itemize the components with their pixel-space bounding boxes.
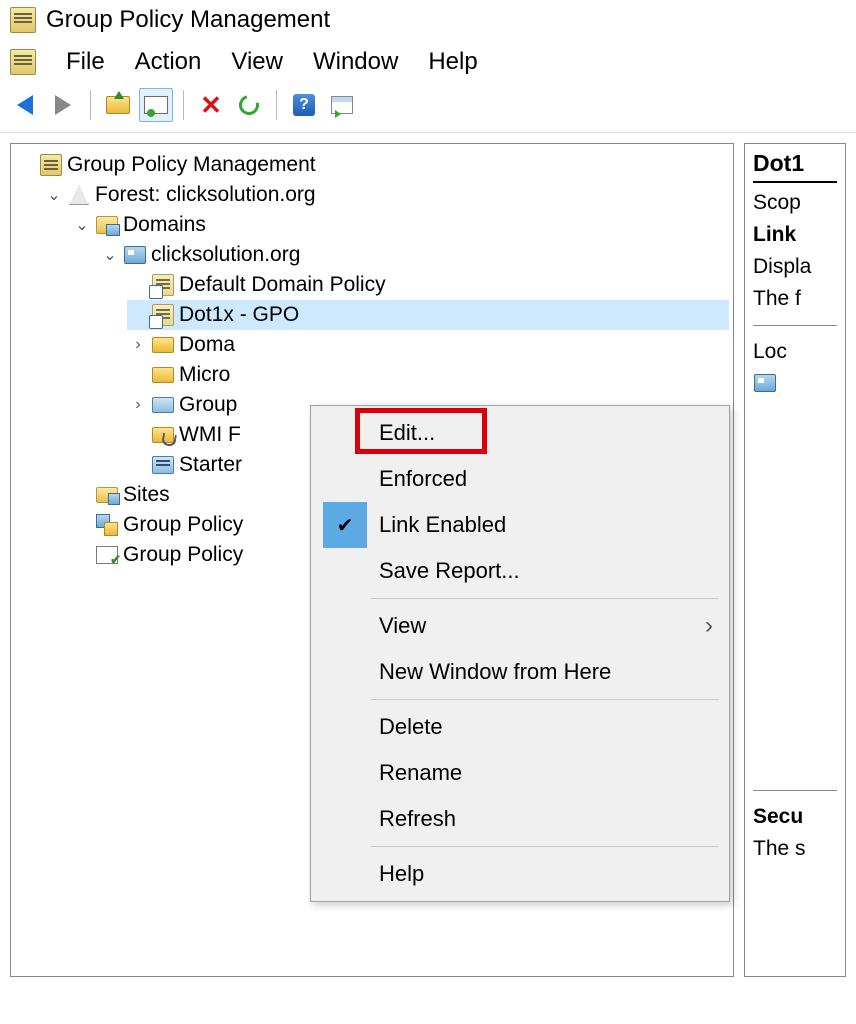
tree-domains-label: Domains: [123, 213, 206, 237]
ou-icon: [152, 337, 174, 353]
menu-view[interactable]: View: [231, 48, 283, 76]
separator: [371, 846, 719, 847]
ctx-new-window[interactable]: New Window from Here: [311, 649, 729, 695]
tree-forest-label: Forest: clicksolution.org: [95, 183, 316, 207]
app-icon-small: [10, 49, 36, 75]
sites-icon: [96, 487, 118, 503]
location-row[interactable]: [753, 372, 837, 398]
tree-microsoft[interactable]: Micro: [127, 360, 729, 390]
ou-icon: [152, 367, 174, 383]
caret-down-icon: ⌄: [45, 185, 63, 205]
title-bar: Group Policy Management: [0, 0, 856, 40]
scope-tab[interactable]: Scop: [753, 191, 837, 215]
tree-domain[interactable]: ⌄ clicksolution.org: [99, 240, 729, 270]
app-icon: [10, 7, 36, 33]
context-menu: Edit... Enforced ✔ Link Enabled Save Rep…: [310, 405, 730, 902]
ctx-link-enabled[interactable]: ✔ Link Enabled: [311, 502, 729, 548]
gpo-folder-icon: [152, 397, 174, 413]
tree-forest[interactable]: ⌄ Forest: clicksolution.org: [43, 180, 729, 210]
separator: [371, 699, 719, 700]
separator: [753, 325, 837, 326]
show-pane-button[interactable]: [325, 88, 359, 122]
refresh-button[interactable]: [232, 88, 266, 122]
tree-modeling-label: Group Policy: [123, 513, 243, 537]
properties-button[interactable]: [139, 88, 173, 122]
location-header: Loc: [753, 340, 837, 364]
toolbar: ✕ ?: [0, 84, 856, 133]
details-panel: Dot1 Scop Link Displa The f Loc Secu The…: [744, 143, 846, 977]
details-title: Dot1: [753, 150, 837, 183]
results-icon: [96, 546, 118, 564]
tree-default-policy[interactable]: Default Domain Policy: [127, 270, 729, 300]
security-text: The s: [753, 837, 837, 861]
ctx-delete[interactable]: Delete: [311, 704, 729, 750]
ctx-help[interactable]: Help: [311, 851, 729, 897]
tree-results-label: Group Policy: [123, 543, 243, 567]
caret-down-icon: ⌄: [73, 215, 91, 235]
delete-button[interactable]: ✕: [194, 88, 228, 122]
help-icon: ?: [293, 94, 315, 116]
forward-button[interactable]: [46, 88, 80, 122]
gpo-link-icon: [152, 304, 174, 326]
gpo-link-icon: [152, 274, 174, 296]
forest-icon: [69, 185, 89, 205]
domains-icon: [96, 216, 118, 234]
tree-domains[interactable]: ⌄ Domains: [71, 210, 729, 240]
window-title: Group Policy Management: [46, 6, 330, 34]
tree-root[interactable]: Group Policy Management: [15, 150, 729, 180]
up-button[interactable]: [101, 88, 135, 122]
separator: [371, 598, 719, 599]
pane-icon: [331, 96, 353, 114]
caret-right-icon: ›: [129, 396, 147, 414]
arrow-right-icon: [55, 95, 71, 115]
ctx-refresh[interactable]: Refresh: [311, 796, 729, 842]
menu-file[interactable]: File: [66, 48, 105, 76]
back-button[interactable]: [8, 88, 42, 122]
tree-dc-label: Doma: [179, 333, 235, 357]
refresh-icon: [235, 91, 262, 118]
wmi-icon: [152, 427, 174, 443]
ctx-view[interactable]: View: [311, 603, 729, 649]
tree-sites-label: Sites: [123, 483, 170, 507]
tree-domain-controllers[interactable]: › Doma: [127, 330, 729, 360]
ctx-enforced[interactable]: Enforced: [311, 456, 729, 502]
ctx-edit[interactable]: Edit...: [311, 410, 729, 456]
tree-domain-label: clicksolution.org: [151, 243, 300, 267]
domain-icon: [754, 374, 776, 392]
menu-bar: File Action View Window Help: [0, 40, 856, 84]
caret-down-icon: ⌄: [101, 245, 119, 265]
security-heading: Secu: [753, 805, 837, 829]
gpm-icon: [40, 154, 62, 176]
tree-default-policy-label: Default Domain Policy: [179, 273, 386, 297]
ctx-save-report[interactable]: Save Report...: [311, 548, 729, 594]
delete-icon: ✕: [200, 92, 222, 118]
domain-icon: [124, 246, 146, 264]
properties-icon: [144, 96, 168, 114]
links-heading: Link: [753, 223, 837, 247]
help-button[interactable]: ?: [287, 88, 321, 122]
folder-up-icon: [106, 96, 130, 114]
starter-gpo-icon: [152, 456, 174, 474]
arrow-left-icon: [17, 95, 33, 115]
tree-starter-label: Starter: [179, 453, 242, 477]
tree-ms-label: Micro: [179, 363, 230, 387]
ctx-rename[interactable]: Rename: [311, 750, 729, 796]
tree-wmi-label: WMI F: [179, 423, 241, 447]
separator: [183, 90, 184, 120]
separator: [276, 90, 277, 120]
menu-window[interactable]: Window: [313, 48, 398, 76]
separator: [90, 90, 91, 120]
tree-dot1x-label: Dot1x - GPO: [179, 303, 299, 327]
menu-help[interactable]: Help: [428, 48, 477, 76]
tree-root-label: Group Policy Management: [67, 153, 316, 177]
following-text: The f: [753, 287, 837, 311]
check-icon: ✔: [323, 502, 367, 548]
separator: [753, 790, 837, 791]
tree-gpoc-label: Group: [179, 393, 237, 417]
tree-dot1x-gpo[interactable]: Dot1x - GPO: [127, 300, 729, 330]
display-text: Displa: [753, 255, 837, 279]
menu-action[interactable]: Action: [135, 48, 202, 76]
modeling-icon: [96, 514, 118, 536]
caret-right-icon: ›: [129, 336, 147, 354]
